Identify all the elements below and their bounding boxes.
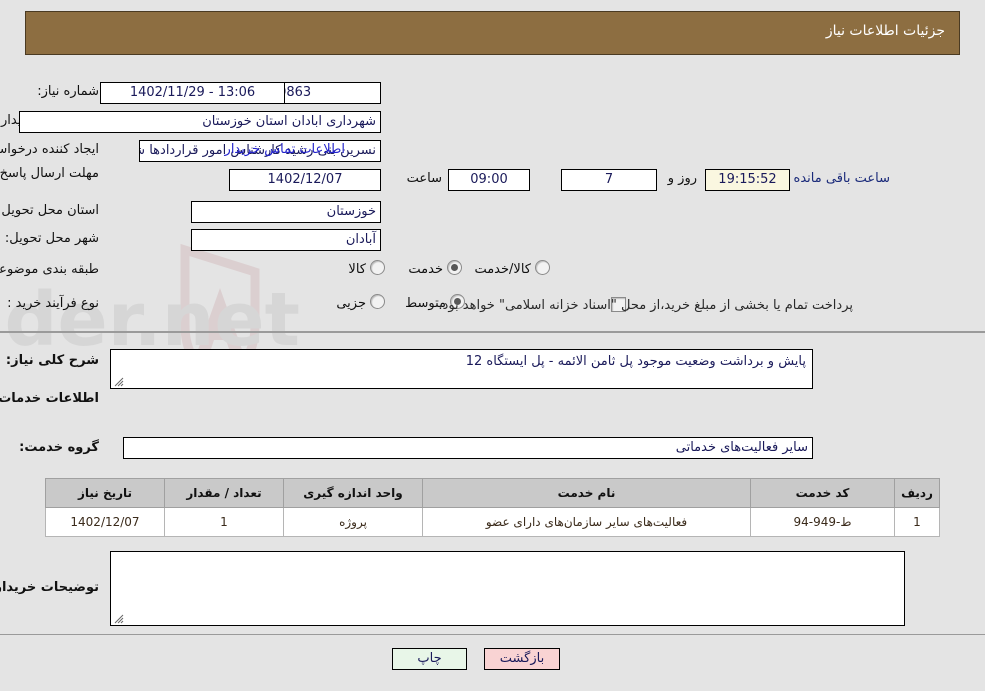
service-group-label: گروه خدمت: <box>19 440 99 455</box>
page-title: جزئیات اطلاعات نیاز <box>825 23 945 39</box>
process-option-0-label: جزیی <box>336 296 366 311</box>
category-option-0-label: کالا <box>348 262 366 277</box>
category-option-1-label: خدمت <box>408 262 443 277</box>
col-radif: ردیف <box>894 478 940 508</box>
city-label: شهر محل تحویل: <box>4 231 99 246</box>
table-row: 1 ط-949-94 فعالیت‌های سایر سازمان‌های دا… <box>45 507 940 537</box>
need-number-label: شماره نیاز: <box>37 84 99 99</box>
deadline-date-value: 1402/12/07 <box>229 169 381 191</box>
province-label: استان محل تحویل: <box>0 203 99 218</box>
buyer-org-value: شهرداری ابادان استان خوزستان <box>19 111 381 133</box>
category-radio-kala[interactable]: کالا <box>338 259 385 281</box>
time-remaining-suffix-label: ساعت باقی مانده <box>793 171 890 186</box>
col-code: کد خدمت <box>750 478 895 508</box>
buyer-notes-textarea[interactable] <box>110 551 905 626</box>
print-button[interactable]: چاپ <box>392 648 467 670</box>
services-section-title: اطلاعات خدمات مورد نیاز <box>0 391 99 406</box>
col-name: نام خدمت <box>422 478 751 508</box>
back-button[interactable]: بازگشت <box>484 648 560 670</box>
deadline-time-value: 09:00 <box>448 169 530 191</box>
page-root: AriaTender.net جزئیات اطلاعات نیاز شماره… <box>0 0 985 691</box>
description-label: شرح کلی نیاز: <box>5 353 99 368</box>
time-remaining-value: 19:15:52 <box>705 169 790 191</box>
process-radio-jozi[interactable]: جزیی <box>326 293 385 315</box>
description-textarea[interactable]: پایش و برداشت وضعیت موجود پل ثامن الائمه… <box>110 349 813 389</box>
radio-kala-khedmat-icon[interactable] <box>535 260 550 275</box>
radio-khedmat-icon[interactable] <box>447 260 462 275</box>
category-radio-khedmat[interactable]: خدمت <box>398 259 462 281</box>
service-group-value: سایر فعالیت‌های خدماتی <box>123 437 813 459</box>
cell-name: فعالیت‌های سایر سازمان‌های دارای عضو <box>422 507 751 537</box>
category-radio-kala-khedmat[interactable]: کالا/خدمت <box>464 259 550 281</box>
deadline-time-label: ساعت <box>406 171 442 186</box>
announce-datetime-value: 13:06 - 1402/11/29 <box>100 82 285 104</box>
col-quantity: تعداد / مقدار <box>164 478 284 508</box>
treasury-bonds-note: پرداخت تمام یا بخشی از مبلغ خرید،از محل … <box>438 298 853 313</box>
radio-jozi-icon[interactable] <box>370 294 385 309</box>
radio-kala-icon[interactable] <box>370 260 385 275</box>
cell-code: ط-949-94 <box>750 507 895 537</box>
page-header-bar: جزئیات اطلاعات نیاز <box>25 11 960 55</box>
col-need-date: تاریخ نیاز <box>45 478 165 508</box>
category-option-2-label: کالا/خدمت <box>474 262 531 277</box>
buyer-notes-label: توضیحات خریدار: <box>0 580 99 595</box>
category-label: طبقه بندی موضوعی: <box>0 262 99 277</box>
buyer-contact-link[interactable]: اطلاعات تماس خریدار <box>225 138 345 162</box>
request-creator-label: ایجاد کننده درخواست: <box>0 142 99 157</box>
col-unit: واحد اندازه گیری <box>283 478 423 508</box>
deadline-label: مهلت ارسال پاسخ: تا تاریخ: <box>0 166 99 181</box>
city-value: آبادان <box>191 229 381 251</box>
process-label: نوع فرآیند خرید : <box>7 296 99 311</box>
cell-radif: 1 <box>894 507 940 537</box>
cell-unit: پروژه <box>283 507 423 537</box>
resize-grip-icon[interactable] <box>114 614 124 624</box>
province-value: خوزستان <box>191 201 381 223</box>
cell-quantity: 1 <box>164 507 284 537</box>
services-table: ردیف کد خدمت نام خدمت واحد اندازه گیری ت… <box>45 478 940 537</box>
cell-need-date: 1402/12/07 <box>45 507 165 537</box>
table-header-row: ردیف کد خدمت نام خدمت واحد اندازه گیری ت… <box>45 478 940 508</box>
description-text: پایش و برداشت وضعیت موجود پل ثامن الائمه… <box>465 354 806 369</box>
need-info-panel <box>0 67 985 332</box>
resize-grip-icon[interactable] <box>114 377 124 387</box>
days-unit-label: روز و <box>667 171 697 186</box>
days-remaining-value: 7 <box>561 169 657 191</box>
